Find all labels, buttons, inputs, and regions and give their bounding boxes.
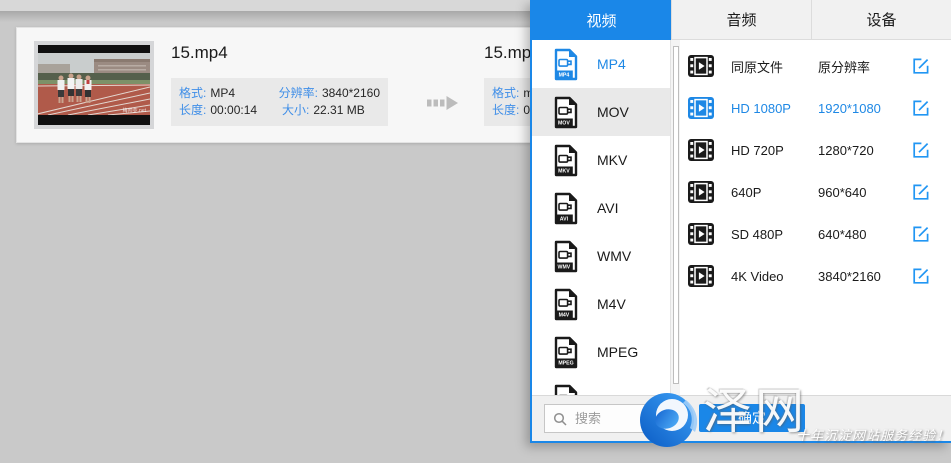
video-thumbnail-image <box>38 53 150 115</box>
profile-row-640p[interactable]: 640P960*640 <box>680 171 951 213</box>
edit-icon <box>912 183 930 201</box>
edit-profile-button[interactable] <box>912 183 930 201</box>
video-thumbnail[interactable]: 梅帅亚.net <box>34 41 154 129</box>
scrollbar-thumb[interactable] <box>673 46 679 384</box>
tab-video[interactable]: 视频 <box>532 0 671 40</box>
video-thumbnail-frame: 梅帅亚.net <box>38 45 150 125</box>
format-label: MOV <box>597 104 629 120</box>
profile-row-4k-video[interactable]: 4K Video3840*2160 <box>680 255 951 297</box>
film-icon <box>688 97 714 119</box>
profile-row-sd-480p[interactable]: SD 480P640*480 <box>680 213 951 255</box>
file-format-icon: MP4 <box>554 48 578 81</box>
file-format-icon: AVI <box>554 192 578 225</box>
svg-text:WMV: WMV <box>558 264 571 270</box>
file-format-icon: MPEG <box>554 336 578 369</box>
profile-name: 4K Video <box>731 269 818 284</box>
edit-icon <box>912 225 930 243</box>
thumbnail-watermark: 梅帅亚.net <box>123 109 146 114</box>
film-icon <box>688 139 714 161</box>
edit-profile-button[interactable] <box>912 57 930 75</box>
edit-icon <box>912 267 930 285</box>
edit-icon <box>912 57 930 75</box>
duration-label: 长度: <box>492 103 519 117</box>
format-item-avi[interactable]: AVI AVI <box>532 184 670 232</box>
profile-name: 640P <box>731 185 818 200</box>
popup-tab-bar: 视频 音频 设备 <box>532 0 951 40</box>
profile-resolution: 640*480 <box>818 227 910 242</box>
search-box <box>544 404 672 433</box>
format-item-mpeg[interactable]: MPEG MPEG <box>532 328 670 376</box>
tab-audio[interactable]: 音频 <box>671 0 811 40</box>
source-file-info: 格式: MP4 分辨率: 3840*2160 长度: 00:00:14 大小: 22.3… <box>171 78 388 126</box>
profile-row-hd-720p[interactable]: HD 720P1280*720 <box>680 129 951 171</box>
file-format-icon: M4V <box>554 288 578 321</box>
profile-list: 同原文件原分辨率HD 1080P1920*1080HD 720P1280*720… <box>680 40 951 395</box>
svg-text:MP4: MP4 <box>559 72 570 78</box>
profile-resolution: 1920*1080 <box>818 101 910 116</box>
file-format-icon: MOV <box>554 96 578 129</box>
svg-text:MPEG: MPEG <box>558 360 573 366</box>
profile-resolution: 3840*2160 <box>818 269 910 284</box>
tab-device[interactable]: 设备 <box>811 0 951 40</box>
svg-text:MOV: MOV <box>558 120 570 126</box>
size-label: 大小: <box>282 103 309 117</box>
file-format-icon: WMV <box>554 240 578 273</box>
resolution-label: 分辨率: <box>279 86 318 100</box>
format-list: MP4 MP4 MOV MOV MKV MKV AVI AVI WMV WMV M4V M4V MPEG… <box>532 40 670 395</box>
search-input[interactable] <box>573 410 667 427</box>
profile-resolution: 1280*720 <box>818 143 910 158</box>
edit-icon <box>912 141 930 159</box>
profile-resolution: 960*640 <box>818 185 910 200</box>
profile-name: SD 480P <box>731 227 818 242</box>
profile-name: 同原文件 <box>731 57 818 76</box>
format-label: AVI <box>597 200 619 216</box>
format-label: MPEG <box>597 344 638 360</box>
format-value: MP4 <box>210 86 235 100</box>
format-item-mkv[interactable]: MKV MKV <box>532 136 670 184</box>
convert-arrow-icon <box>427 94 459 117</box>
film-icon <box>688 55 714 77</box>
size-value: 22.31 MB <box>313 103 364 117</box>
svg-text:MKV: MKV <box>558 168 570 174</box>
format-item-mp4[interactable]: MP4 MP4 <box>532 40 670 88</box>
edit-profile-button[interactable] <box>912 225 930 243</box>
svg-text:AVI: AVI <box>560 216 569 222</box>
source-file-title: 15.mp4 <box>171 43 228 63</box>
edit-icon <box>912 99 930 117</box>
edit-profile-button[interactable] <box>912 141 930 159</box>
format-label: 格式: <box>492 86 519 100</box>
format-item-mov[interactable]: MOV MOV <box>532 88 670 136</box>
file-format-icon: MKV <box>554 144 578 177</box>
format-label: 格式: <box>179 86 206 100</box>
app-window: 梅帅亚.net 15.mp4 格式: MP4 分辨率: 3840*2160 长度: 0… <box>0 0 951 463</box>
popup-bottom-bar: 确定 <box>532 395 951 441</box>
duration-label: 长度: <box>179 103 206 117</box>
edit-profile-button[interactable] <box>912 267 930 285</box>
format-select-popup: 视频 音频 设备 MP4MP4MOVMOVMKVMKVAVIAVIWMVWMVM… <box>530 0 951 443</box>
format-list-scrollbar <box>670 40 680 395</box>
svg-text:M4V: M4V <box>559 312 570 318</box>
profile-row-同原文件[interactable]: 同原文件原分辨率 <box>680 45 951 87</box>
film-icon <box>688 181 714 203</box>
format-label: MP4 <box>597 56 626 72</box>
film-icon <box>688 265 714 287</box>
film-icon <box>688 223 714 245</box>
format-label: MKV <box>597 152 627 168</box>
edit-profile-button[interactable] <box>912 99 930 117</box>
confirm-button[interactable]: 确定 <box>699 404 805 432</box>
profile-name: HD 1080P <box>731 101 818 116</box>
format-label: M4V <box>597 296 626 312</box>
format-item-wmv[interactable]: WMV WMV <box>532 232 670 280</box>
profile-resolution: 原分辨率 <box>818 57 910 76</box>
duration-value: 00:00:14 <box>210 103 257 117</box>
search-icon <box>553 412 567 426</box>
file-format-icon <box>554 384 578 396</box>
resolution-value: 3840*2160 <box>322 86 380 100</box>
profile-name: HD 720P <box>731 143 818 158</box>
profile-row-hd-1080p[interactable]: HD 1080P1920*1080 <box>680 87 951 129</box>
format-item-m4v[interactable]: M4V M4V <box>532 280 670 328</box>
format-label: WMV <box>597 248 631 264</box>
format-item-partial[interactable] <box>532 376 670 395</box>
